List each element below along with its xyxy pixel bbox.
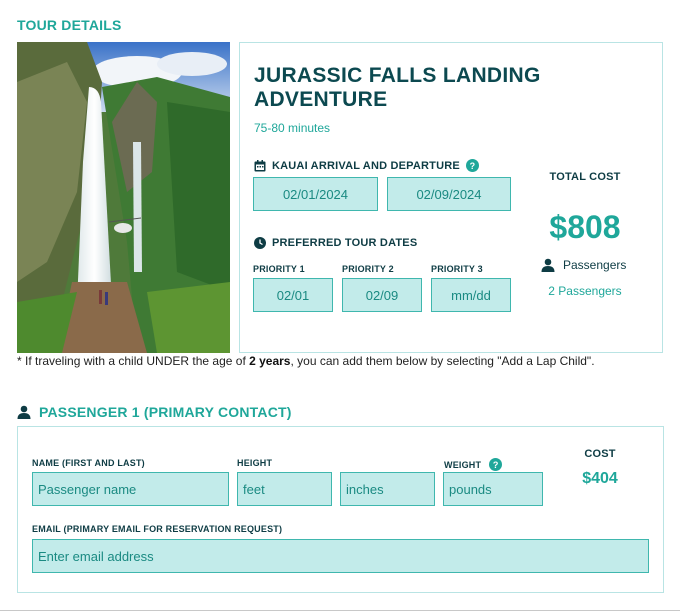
weight-input[interactable]: pounds xyxy=(443,472,543,506)
lap-child-note: * If traveling with a child UNDER the ag… xyxy=(17,354,595,368)
total-cost-value: $808 xyxy=(549,209,621,245)
passenger-heading: PASSENGER 1 (PRIMARY CONTACT) xyxy=(17,404,292,420)
note-bold: 2 years xyxy=(249,354,291,368)
clock-icon xyxy=(254,237,266,249)
weight-label-row: WEIGHT ? xyxy=(444,458,503,471)
tour-name: JURASSIC FALLS LANDING ADVENTURE xyxy=(254,64,541,111)
passenger-cost-value: $404 xyxy=(582,470,618,487)
email-label: EMAIL (PRIMARY EMAIL FOR RESERVATION REQ… xyxy=(32,524,283,534)
priority-2-label: PRIORITY 2 xyxy=(342,264,394,274)
passengers-summary: Passengers xyxy=(541,258,626,272)
preferred-heading-label: PREFERRED TOUR DATES xyxy=(272,237,418,249)
weight-label: WEIGHT xyxy=(444,459,482,470)
passenger-heading-label: PASSENGER 1 (PRIMARY CONTACT) xyxy=(39,404,292,420)
height-label: HEIGHT xyxy=(237,458,273,468)
arrival-heading-label: KAUAI ARRIVAL AND DEPARTURE xyxy=(272,159,460,172)
calendar-icon xyxy=(254,159,266,171)
person-icon xyxy=(17,405,31,419)
passenger-cost-label: COST xyxy=(584,448,616,460)
priority-2-input[interactable]: 02/09 xyxy=(342,278,422,312)
priority-3-input[interactable]: mm/dd xyxy=(431,278,511,312)
note-suffix: , you can add them below by selecting "A… xyxy=(290,354,595,368)
arrival-date-input[interactable]: 02/01/2024 xyxy=(253,177,378,211)
preferred-heading: PREFERRED TOUR DATES xyxy=(254,237,417,249)
height-feet-input[interactable]: feet xyxy=(237,472,332,506)
name-label: NAME (FIRST AND LAST) xyxy=(32,458,145,468)
tour-duration: 75-80 minutes xyxy=(254,121,331,135)
passengers-link[interactable]: 2 Passengers xyxy=(525,284,645,298)
tour-photo xyxy=(17,42,230,353)
total-cost-label: TOTAL COST xyxy=(549,171,621,183)
note-prefix: * If traveling with a child UNDER the ag… xyxy=(17,354,250,368)
passenger-name-input[interactable]: Passenger name xyxy=(32,472,229,506)
priority-3-label: PRIORITY 3 xyxy=(431,264,483,274)
help-icon[interactable]: ? xyxy=(489,458,503,471)
help-icon[interactable]: ? xyxy=(465,159,479,172)
person-icon xyxy=(541,258,555,272)
bottom-divider xyxy=(0,610,680,611)
email-input[interactable]: Enter email address xyxy=(32,539,649,573)
priority-1-input[interactable]: 02/01 xyxy=(253,278,333,312)
departure-date-input[interactable]: 02/09/2024 xyxy=(387,177,511,211)
section-title: TOUR DETAILS xyxy=(17,17,122,33)
passengers-label: Passengers xyxy=(563,258,627,272)
height-inches-input[interactable]: inches xyxy=(340,472,435,506)
arrival-heading: KAUAI ARRIVAL AND DEPARTURE ? xyxy=(254,159,479,172)
priority-1-label: PRIORITY 1 xyxy=(253,264,305,274)
